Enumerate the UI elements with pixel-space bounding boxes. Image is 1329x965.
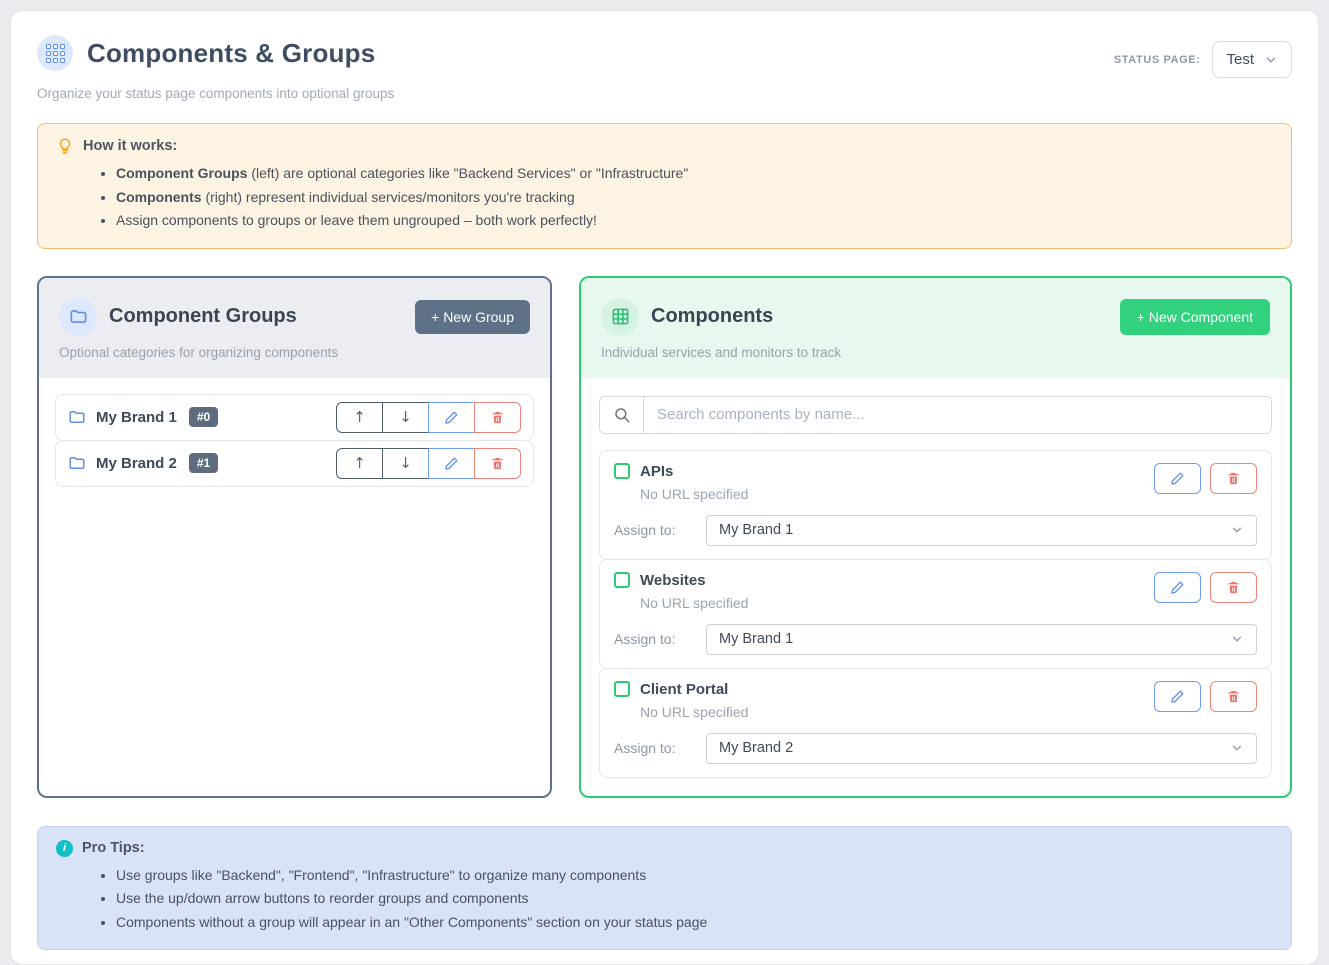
pro-tips-box: i Pro Tips: Use groups like "Backend", "… bbox=[37, 826, 1292, 951]
how-it-works-list: Component Groups (left) are optional cat… bbox=[102, 162, 1273, 233]
delete-component-button[interactable] bbox=[1210, 681, 1257, 712]
how-it-works-item: Assign components to groups or leave the… bbox=[116, 209, 1273, 233]
how-it-works-item: Components (right) represent individual … bbox=[116, 186, 1273, 210]
status-page-value: Test bbox=[1226, 51, 1254, 68]
components-panel-title: Components bbox=[651, 305, 773, 328]
delete-group-button[interactable] bbox=[474, 402, 521, 433]
move-down-button[interactable]: ↓ bbox=[382, 402, 429, 433]
how-it-works-item: Component Groups (left) are optional cat… bbox=[116, 162, 1273, 186]
component-name: Client Portal bbox=[640, 681, 728, 698]
pro-tip-item: Components without a group will appear i… bbox=[116, 911, 1273, 935]
folder-icon bbox=[59, 298, 97, 336]
component-url-status: No URL specified bbox=[640, 704, 748, 720]
component-checkbox[interactable] bbox=[614, 572, 630, 588]
components-panel-header: Components + New Component Individual se… bbox=[581, 278, 1290, 378]
component-card: Client Portal No URL specified bbox=[599, 668, 1272, 778]
group-order-badge: #1 bbox=[189, 453, 218, 473]
component-card: APIs No URL specified bbox=[599, 450, 1272, 560]
move-down-button[interactable]: ↓ bbox=[382, 448, 429, 479]
component-url-status: No URL specified bbox=[640, 595, 748, 611]
chevron-down-icon bbox=[1230, 632, 1244, 646]
edit-group-button[interactable] bbox=[428, 402, 475, 433]
how-it-works-box: How it works: Component Groups (left) ar… bbox=[37, 123, 1292, 249]
component-search bbox=[599, 396, 1272, 434]
component-checkbox[interactable] bbox=[614, 681, 630, 697]
apps-grid-icon bbox=[37, 35, 73, 71]
assign-to-label: Assign to: bbox=[614, 740, 706, 756]
assign-group-select[interactable]: My Brand 1 bbox=[706, 624, 1257, 655]
assign-group-select[interactable]: My Brand 2 bbox=[706, 733, 1257, 764]
groups-panel-subtitle: Optional categories for organizing compo… bbox=[59, 345, 530, 360]
new-component-button[interactable]: + New Component bbox=[1120, 299, 1270, 335]
edit-component-button[interactable] bbox=[1154, 681, 1201, 712]
edit-component-button[interactable] bbox=[1154, 572, 1201, 603]
move-up-button[interactable]: ↑ bbox=[336, 402, 383, 433]
move-up-button[interactable]: ↑ bbox=[336, 448, 383, 479]
pro-tip-item: Use the up/down arrow buttons to reorder… bbox=[116, 887, 1273, 911]
trash-icon bbox=[1226, 471, 1241, 486]
assign-group-select[interactable]: My Brand 1 bbox=[706, 515, 1257, 546]
pencil-icon bbox=[1170, 580, 1185, 595]
page-title: Components & Groups bbox=[87, 38, 375, 69]
status-page-select[interactable]: Test bbox=[1212, 41, 1292, 78]
how-it-works-title: How it works: bbox=[83, 138, 177, 154]
delete-group-button[interactable] bbox=[474, 448, 521, 479]
component-groups-panel: Component Groups + New Group Optional ca… bbox=[37, 276, 552, 798]
page-header: Components & Groups STATUS PAGE: Test bbox=[11, 11, 1318, 78]
assign-group-value: My Brand 1 bbox=[719, 631, 793, 647]
edit-group-button[interactable] bbox=[428, 448, 475, 479]
trash-icon bbox=[1226, 580, 1241, 595]
group-row: My Brand 2 #1 ↑ ↓ bbox=[55, 440, 534, 487]
component-checkbox[interactable] bbox=[614, 463, 630, 479]
assign-group-value: My Brand 1 bbox=[719, 522, 793, 538]
components-panel-subtitle: Individual services and monitors to trac… bbox=[601, 345, 1270, 360]
group-name: My Brand 1 bbox=[96, 409, 177, 426]
trash-icon bbox=[1226, 689, 1241, 704]
component-url-status: No URL specified bbox=[640, 486, 748, 502]
edit-component-button[interactable] bbox=[1154, 463, 1201, 494]
pro-tip-item: Use groups like "Backend", "Frontend", "… bbox=[116, 864, 1273, 888]
delete-component-button[interactable] bbox=[1210, 572, 1257, 603]
page-subtitle: Organize your status page components int… bbox=[11, 78, 1318, 101]
pencil-icon bbox=[1170, 689, 1185, 704]
search-input[interactable] bbox=[644, 397, 1271, 433]
lightbulb-icon bbox=[56, 137, 74, 155]
folder-icon bbox=[68, 454, 86, 472]
assign-group-value: My Brand 2 bbox=[719, 740, 793, 756]
group-name: My Brand 2 bbox=[96, 455, 177, 472]
group-order-badge: #0 bbox=[189, 407, 218, 427]
assign-to-label: Assign to: bbox=[614, 631, 706, 647]
component-name: Websites bbox=[640, 572, 706, 589]
chevron-down-icon bbox=[1264, 53, 1278, 67]
component-name: APIs bbox=[640, 463, 673, 480]
status-page-label: STATUS PAGE: bbox=[1114, 54, 1201, 66]
assign-to-label: Assign to: bbox=[614, 522, 706, 538]
chevron-down-icon bbox=[1230, 523, 1244, 537]
pencil-icon bbox=[444, 456, 459, 471]
group-row: My Brand 1 #0 ↑ ↓ bbox=[55, 394, 534, 441]
folder-icon bbox=[68, 408, 86, 426]
pencil-icon bbox=[444, 410, 459, 425]
search-icon bbox=[600, 397, 644, 433]
delete-component-button[interactable] bbox=[1210, 463, 1257, 494]
groups-panel-title: Component Groups bbox=[109, 305, 297, 328]
pencil-icon bbox=[1170, 471, 1185, 486]
info-icon: i bbox=[56, 840, 73, 857]
trash-icon bbox=[490, 456, 505, 471]
pro-tips-title: Pro Tips: bbox=[82, 840, 145, 856]
trash-icon bbox=[490, 410, 505, 425]
groups-panel-header: Component Groups + New Group Optional ca… bbox=[39, 278, 550, 378]
table-grid-icon bbox=[601, 298, 639, 336]
components-panel: Components + New Component Individual se… bbox=[579, 276, 1292, 798]
chevron-down-icon bbox=[1230, 741, 1244, 755]
new-group-button[interactable]: + New Group bbox=[415, 300, 530, 334]
component-card: Websites No URL specified bbox=[599, 559, 1272, 669]
page-card: Components & Groups STATUS PAGE: Test Or… bbox=[10, 10, 1319, 965]
pro-tips-list: Use groups like "Backend", "Frontend", "… bbox=[102, 864, 1273, 935]
